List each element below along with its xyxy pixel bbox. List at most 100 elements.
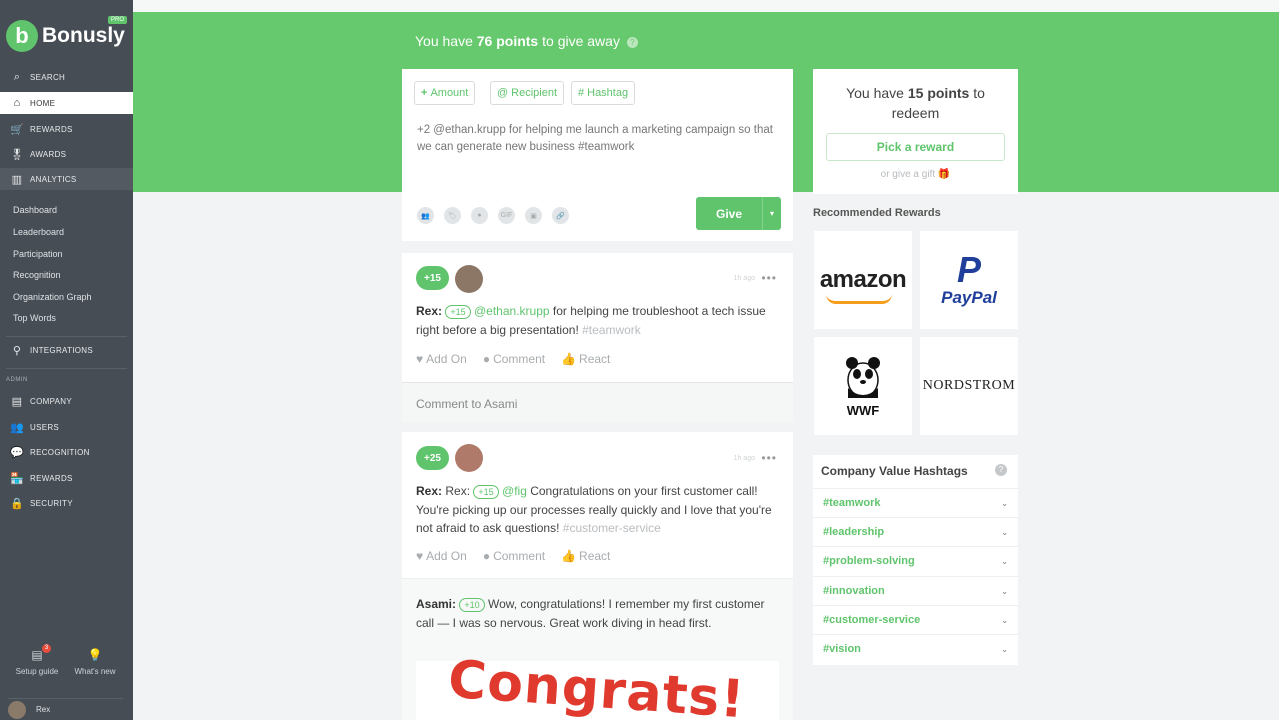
nav-awards[interactable]: 🎖 Awards	[0, 143, 133, 165]
mention-link[interactable]: @ethan.krupp	[474, 304, 550, 318]
recipient-chip[interactable]: @ Recipient	[490, 81, 565, 105]
amazon-smile-icon	[825, 294, 892, 304]
reply-body: Asami: +10 Wow, congratulations! I remem…	[416, 595, 781, 632]
group-icon[interactable]: 👥	[417, 207, 434, 224]
reward-amazon[interactable]: amazon	[814, 231, 912, 329]
help-icon[interactable]: ?	[626, 36, 638, 48]
subnav-participation[interactable]: Participation	[13, 249, 63, 259]
hashtag-chip[interactable]: # Hashtag	[571, 81, 636, 105]
add-on-button[interactable]: ♥ Add On	[416, 352, 467, 366]
hashtag-item[interactable]: #teamwork ⌄	[813, 488, 1018, 517]
nav-analytics[interactable]: ▥ Analytics	[0, 168, 133, 190]
give-gift-link[interactable]: or give a gift 🎁	[813, 169, 1018, 180]
reply-author[interactable]: Asami:	[416, 597, 456, 611]
gif-icon[interactable]: GIF	[498, 207, 515, 224]
clipboard-icon: ▤	[31, 648, 43, 662]
hashtag-link[interactable]: #customer-service	[563, 521, 661, 535]
lightbulb-icon: 💡	[87, 648, 103, 662]
chevron-down-icon: ⌄	[1001, 615, 1008, 625]
more-menu-icon[interactable]: •••	[761, 271, 777, 285]
hashtag-item[interactable]: #leadership ⌄	[813, 517, 1018, 546]
setup-guide-button[interactable]: ▤ 3 Setup guide	[12, 644, 62, 676]
react-button[interactable]: 👍 React	[561, 352, 610, 366]
image-icon[interactable]: ▣	[525, 207, 542, 224]
pick-reward-button[interactable]: Pick a reward	[826, 133, 1005, 161]
give-button[interactable]: Give ▾	[696, 197, 781, 230]
reward-nordstrom[interactable]: NORDSTROM	[920, 337, 1018, 435]
chat-icon: 💬	[10, 446, 24, 459]
current-user[interactable]: Rex	[8, 698, 123, 720]
mini-amount-badge: +10	[459, 598, 485, 612]
emoji-icon[interactable]: ●	[471, 207, 488, 224]
comment-button[interactable]: ● Comment	[483, 549, 545, 563]
nav-search-label: Search	[30, 72, 66, 82]
reward-wwf[interactable]: WWF	[814, 337, 912, 435]
nav-search[interactable]: ⌕ Search	[0, 66, 133, 88]
tag-icon[interactable]: 🏷	[444, 207, 461, 224]
hashtag-item[interactable]: #vision ⌄	[813, 634, 1018, 663]
paypal-logo: P PayPal	[941, 252, 997, 308]
recipient-avatar[interactable]	[455, 265, 483, 293]
nav-awards-label: Awards	[30, 149, 67, 159]
hashtag-item[interactable]: #innovation ⌄	[813, 576, 1018, 605]
hashtag-label: #problem-solving	[823, 555, 915, 567]
mention-link[interactable]: @fig	[502, 484, 527, 498]
chevron-down-icon: ⌄	[1001, 498, 1008, 508]
comment-label: Comment	[493, 549, 546, 563]
store-icon: 🏪	[10, 472, 24, 485]
subnav-top-words[interactable]: Top Words	[13, 313, 56, 323]
mini-amount-badge: +15	[445, 305, 471, 319]
nav-integrations[interactable]: ⚲ Integrations	[0, 339, 133, 361]
amount-badge: +15	[416, 266, 449, 290]
hashtag-link[interactable]: #teamwork	[582, 323, 641, 337]
subnav-leaderboard[interactable]: Leaderboard	[13, 227, 64, 237]
amount-chip-label: Amount	[430, 87, 469, 99]
nav-rewards[interactable]: 🛒 Rewards	[0, 118, 133, 140]
nav-admin-users[interactable]: 👥 Users	[0, 416, 133, 438]
bonusly-logo[interactable]: b Bonusly	[6, 20, 125, 52]
nav-admin-rewards-label: Rewards	[30, 473, 73, 483]
nav-admin-security[interactable]: 🔒 Security	[0, 492, 133, 514]
nav-users-label: Users	[30, 422, 60, 432]
more-menu-icon[interactable]: •••	[761, 451, 777, 465]
nav-home[interactable]: ⌂ Home	[0, 92, 133, 114]
chevron-down-icon: ⌄	[1001, 644, 1008, 654]
hashtag-label: #innovation	[823, 585, 885, 597]
post-author[interactable]: Rex:	[416, 304, 442, 318]
post-author[interactable]: Rex:	[416, 484, 442, 498]
reward-paypal[interactable]: P PayPal	[920, 231, 1018, 329]
hashtag-item[interactable]: #customer-service ⌄	[813, 605, 1018, 634]
heart-icon: ♥	[416, 352, 424, 366]
compose-input[interactable]: +2 @ethan.krupp for helping me launch a …	[417, 122, 777, 156]
whats-new-label: What's new	[74, 667, 116, 676]
subnav-organization-graph[interactable]: Organization Graph	[13, 292, 92, 302]
whats-new-button[interactable]: 💡 What's new	[70, 648, 120, 676]
user-name: Rex	[36, 705, 51, 714]
add-on-button[interactable]: ♥ Add On	[416, 549, 467, 563]
subnav-dashboard[interactable]: Dashboard	[13, 205, 57, 215]
help-icon[interactable]: ?	[995, 464, 1007, 476]
banner-suffix: to give away	[538, 33, 620, 49]
redeem-points-text: You have 15 points to redeem	[825, 83, 1006, 123]
hashtag-item[interactable]: #problem-solving ⌄	[813, 546, 1018, 575]
comment-button[interactable]: ● Comment	[483, 352, 545, 366]
link-icon[interactable]: 🔗	[552, 207, 569, 224]
react-label: React	[579, 352, 611, 366]
react-button[interactable]: 👍 React	[561, 549, 610, 563]
react-label: React	[579, 549, 611, 563]
amount-chip[interactable]: + Amount	[414, 81, 476, 105]
nordstrom-wordmark: NORDSTROM	[922, 378, 1016, 393]
chevron-down-icon: ⌄	[1001, 586, 1008, 596]
chevron-down-icon[interactable]: ▾	[762, 197, 781, 230]
compose-toolbar: 👥 🏷 ● GIF ▣ 🔗	[417, 207, 569, 224]
subnav-recognition[interactable]: Recognition	[13, 270, 61, 280]
post-actions: ♥ Add On ● Comment 👍 React	[416, 549, 610, 563]
nav-admin-recognition[interactable]: 💬 Recognition	[0, 441, 133, 463]
recipient-avatar[interactable]	[455, 444, 483, 472]
home-icon: ⌂	[13, 97, 21, 109]
comment-input[interactable]: Comment to Asami	[402, 382, 793, 422]
medal-icon: 🎖	[10, 148, 25, 161]
nav-admin-rewards[interactable]: 🏪 Rewards	[0, 467, 133, 489]
comment-label: Comment	[493, 352, 546, 366]
nav-admin-company[interactable]: ▤ Company	[0, 390, 133, 412]
